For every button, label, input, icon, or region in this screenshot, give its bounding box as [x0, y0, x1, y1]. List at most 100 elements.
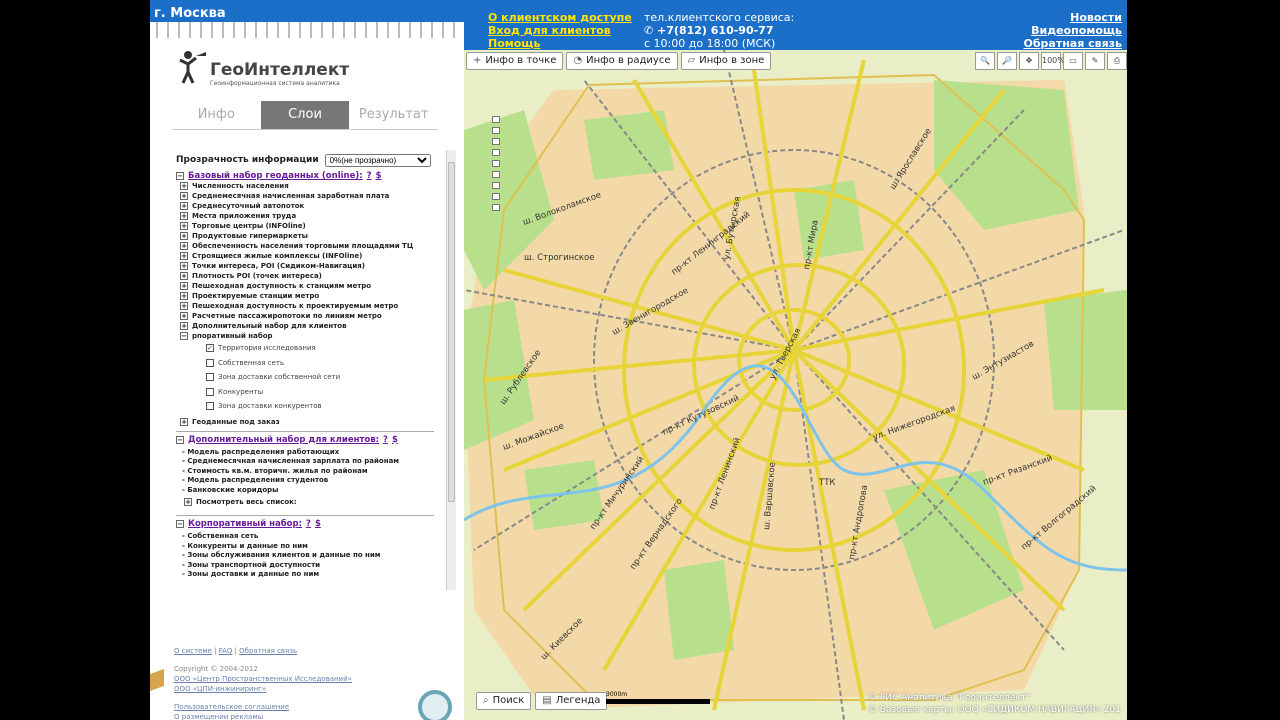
help-link[interactable]: Помощь [488, 37, 632, 50]
corp-layer-item[interactable]: Собственная сеть [206, 356, 444, 371]
expand-icon[interactable]: + [180, 192, 188, 200]
about-link[interactable]: О системе [174, 647, 212, 655]
faq-link[interactable]: FAQ [219, 647, 233, 655]
zoom-step[interactable] [492, 149, 500, 156]
client-access-link[interactable]: О клиентском доступе [488, 11, 632, 24]
checkbox[interactable] [206, 373, 214, 382]
tab-info[interactable]: Инфо [172, 101, 261, 129]
layer-item[interactable]: + Среднемесячная начисленная заработная п… [180, 191, 444, 201]
expand-icon[interactable]: + [180, 312, 188, 320]
layer-item[interactable]: + Проектируемые станции метро [180, 291, 444, 301]
corp-layer-item[interactable]: ✓ Территория исследования [206, 341, 444, 356]
expand-icon[interactable]: + [180, 417, 188, 426]
layer-item[interactable]: + Торговые центры (INFOline) [180, 221, 444, 231]
logo[interactable]: ГеоИнтеллект Геоинформационная система а… [178, 50, 349, 88]
layer-item[interactable]: + Места приложения труда [180, 211, 444, 221]
extra-group-price[interactable]: $ [392, 435, 398, 445]
info-point-button[interactable]: + Инфо в точке [466, 52, 564, 70]
checkbox[interactable] [206, 402, 214, 411]
opacity-select[interactable]: 0%(не прозрачно) [324, 153, 431, 167]
layer-item[interactable]: + Продуктовые гипермаркеты [180, 231, 444, 241]
layer-item[interactable]: − рпоративный набор [180, 331, 444, 341]
expand-icon[interactable]: + [184, 498, 192, 506]
layer-item[interactable]: + Обеспеченность населения торговыми площ… [180, 241, 444, 251]
expand-icon[interactable]: + [180, 232, 188, 240]
zoom-step[interactable] [492, 171, 500, 178]
info-radius-button[interactable]: ◔ Инфо в радиусе [566, 52, 678, 70]
base-group-help[interactable]: ? [367, 171, 372, 181]
expand-icon[interactable]: + [180, 252, 188, 260]
collapse-icon[interactable]: − [180, 332, 188, 340]
ads-link[interactable]: О размещении рекламы [174, 712, 352, 720]
city-label[interactable]: г. Москва [154, 6, 226, 21]
zoom-step[interactable] [492, 127, 500, 134]
corp-group-link[interactable]: Корпоративный набор: [188, 519, 302, 529]
layer-item[interactable]: + Среднесуточный автопоток [180, 201, 444, 211]
layer-item[interactable]: + Расчетные пассажиропотоки по линиям мет… [180, 311, 444, 321]
extra-group-link[interactable]: Дополнительный набор для клиентов: [188, 435, 379, 445]
layer-item[interactable]: + Точки интереса, POI (Сидиком-Навигация) [180, 261, 444, 271]
corp-layer-item[interactable]: Зона доставки конкурентов [206, 399, 444, 414]
collapse-icon[interactable]: − [176, 435, 184, 444]
base-group-price[interactable]: $ [376, 171, 382, 181]
layer-item[interactable]: + Строящиеся жилые комплексы (INFOline) [180, 251, 444, 261]
expand-icon[interactable]: + [180, 242, 188, 250]
scroll-thumb[interactable] [448, 162, 455, 502]
news-link[interactable]: Новости [1023, 11, 1122, 24]
expand-icon[interactable]: + [180, 302, 188, 310]
corp-layer-item[interactable]: Конкуренты [206, 385, 444, 400]
collapse-icon[interactable]: − [176, 520, 184, 528]
map-canvas[interactable]: ш. Строгинское ш. Волоколамское пр-кт Ле… [464, 50, 1127, 720]
zoom-step[interactable] [492, 160, 500, 167]
pencil-icon[interactable]: ✎ [1085, 52, 1105, 70]
expand-icon[interactable]: + [180, 222, 188, 230]
layer-item[interactable]: + Численность населения [180, 181, 444, 191]
expand-icon[interactable]: + [180, 292, 188, 300]
extra-more[interactable]: + Посмотреть весь список: [184, 497, 444, 507]
layer-item[interactable]: + Дополнительный набор для клиентов [180, 321, 444, 331]
panel-scrollbar[interactable] [446, 150, 456, 590]
corp-group-price[interactable]: $ [315, 519, 321, 529]
expand-icon[interactable]: + [180, 262, 188, 270]
layer-item[interactable]: + Пешеходная доступность к станциям метро [180, 281, 444, 291]
checkbox[interactable]: ✓ [206, 344, 214, 353]
expand-icon[interactable]: + [180, 322, 188, 330]
zoom-step[interactable] [492, 138, 500, 145]
extra-group-help[interactable]: ? [383, 435, 388, 445]
base-group-link[interactable]: Базовый набор геоданных (online): [188, 171, 363, 181]
feedback-link[interactable]: Обратная связь [1023, 37, 1122, 50]
video-help-link[interactable]: Видеопомощь [1023, 24, 1122, 37]
print-icon[interactable]: ⎙ [1107, 52, 1127, 70]
zoom-100-button[interactable]: 100% [1041, 52, 1065, 70]
corp-group-help[interactable]: ? [306, 519, 311, 529]
zoom-step[interactable] [492, 204, 500, 211]
checkbox[interactable] [206, 358, 214, 367]
expand-icon[interactable]: + [180, 282, 188, 290]
legend-button[interactable]: ▤ Легенда [535, 692, 608, 710]
info-zone-button[interactable]: ▱ Инфо в зоне [680, 52, 772, 70]
zoom-step[interactable] [492, 193, 500, 200]
zoom-in-icon[interactable]: 🔍 [975, 52, 995, 70]
pan-icon[interactable]: ✥ [1019, 52, 1039, 70]
zoom-step[interactable] [492, 116, 500, 123]
terms-link[interactable]: Пользовательское соглашение [174, 702, 352, 712]
expand-icon[interactable]: + [180, 182, 188, 190]
zoom-out-icon[interactable]: 🔎 [997, 52, 1017, 70]
expand-icon[interactable]: + [180, 212, 188, 220]
tab-result[interactable]: Результат [349, 101, 439, 129]
search-button[interactable]: ⌕ Поиск [476, 692, 532, 710]
ruler-icon[interactable]: ▭ [1063, 52, 1083, 70]
footer-feedback-link[interactable]: Обратная связь [239, 647, 297, 655]
zoom-step[interactable] [492, 182, 500, 189]
org-link-1[interactable]: ООО «Центр Пространственных Исследований… [174, 674, 352, 684]
checkbox[interactable] [206, 387, 214, 396]
corp-layer-item[interactable]: Зона доставки собственной сети [206, 370, 444, 385]
order-item[interactable]: + Геоданные под заказ [180, 417, 444, 427]
zoom-slider[interactable] [492, 116, 500, 226]
map[interactable]: ш. Строгинское ш. Волоколамское пр-кт Ле… [464, 50, 1127, 720]
expand-icon[interactable]: + [180, 272, 188, 280]
layer-item[interactable]: + Пешеходная доступность к проектируемым … [180, 301, 444, 311]
org-link-2[interactable]: ООО «ЦПИ-инжиниринг» [174, 684, 352, 694]
expand-icon[interactable]: + [180, 202, 188, 210]
collapse-icon[interactable]: − [176, 172, 184, 180]
